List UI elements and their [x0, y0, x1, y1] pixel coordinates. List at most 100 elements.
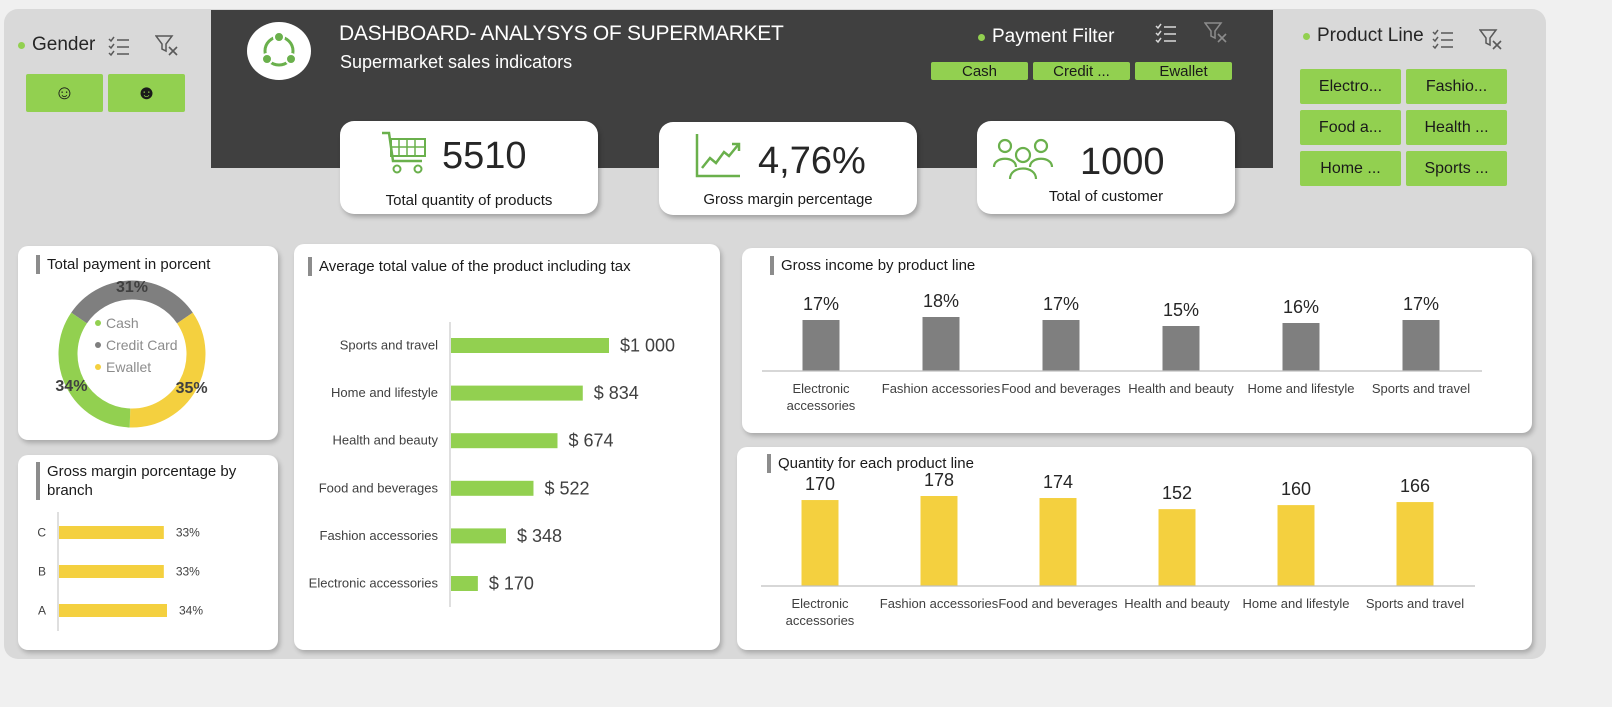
category-label: Food and beverages: [998, 596, 1118, 611]
category-label: Fashion accessories: [320, 528, 439, 543]
bar: [59, 565, 164, 578]
people-icon: [992, 138, 1054, 180]
multi-select-icon[interactable]: [1154, 22, 1178, 44]
legend-marker: [95, 364, 101, 370]
payment-button-ewallet[interactable]: Ewallet: [1135, 62, 1232, 80]
category-label: Sports and travel: [340, 338, 438, 353]
donut-data-label: 31%: [116, 279, 148, 296]
legend-label: Cash: [106, 315, 139, 331]
bar: [59, 604, 167, 617]
clear-filter-icon[interactable]: [1479, 28, 1503, 50]
kpi-label-customers: Total of customer: [1048, 188, 1164, 205]
category-label: Home and lifestyle: [1248, 381, 1355, 396]
product-button-health[interactable]: Health ...: [1406, 110, 1507, 145]
data-label: $ 674: [568, 431, 613, 451]
branch-chart-card: Gross margin porcentage by branch C 33% B 3…: [18, 455, 278, 650]
data-label: 152: [1162, 483, 1192, 503]
gender-slicer-label: Gender: [32, 34, 96, 55]
data-label: 18%: [923, 291, 959, 311]
bar: [59, 526, 164, 539]
bar: [1158, 509, 1196, 586]
avgvalue-bar-chart: Sports and travel $1 000 Home and lifestyl…: [309, 322, 675, 607]
multi-select-icon[interactable]: [1431, 28, 1455, 50]
clear-filter-icon[interactable]: [1204, 21, 1228, 43]
category-label: Home and lifestyle: [1243, 596, 1350, 611]
gender-button-male[interactable]: ☺: [26, 74, 103, 112]
avgvalue-chart-card: Average total value of the product inclu…: [294, 244, 720, 650]
cycle-logo-icon: [261, 31, 297, 67]
data-label: 17%: [1403, 294, 1439, 314]
category-label: Electronic: [791, 596, 849, 611]
data-label: 33%: [176, 526, 200, 540]
bar: [451, 338, 609, 353]
category-label: A: [38, 604, 46, 618]
kpi-value-margin: 4,76%: [758, 140, 866, 182]
gender-button-female[interactable]: ☻: [108, 74, 185, 112]
data-label: 15%: [1163, 300, 1199, 320]
bar: [1396, 502, 1434, 586]
data-label: 16%: [1283, 297, 1319, 317]
logo: [247, 22, 311, 80]
category-label: accessories: [787, 398, 856, 413]
product-button-sports[interactable]: Sports ...: [1406, 151, 1507, 186]
data-label: $ 522: [544, 478, 589, 498]
bar: [1277, 505, 1315, 586]
legend-marker: [95, 342, 101, 348]
category-label: Sports and travel: [1372, 381, 1470, 396]
data-label: 17%: [803, 294, 839, 314]
product-button-electronic[interactable]: Electro...: [1300, 69, 1401, 104]
kpi-label-quantity: Total quantity of products: [385, 192, 553, 209]
category-label: Electronic accessories: [309, 576, 439, 591]
bar: [451, 433, 558, 449]
bullet-dot-icon: [1303, 32, 1310, 40]
income-bar-chart: 17% Electronic accessories 18% Fashion acces…: [762, 291, 1482, 413]
payment-slicer-label: Payment Filter: [992, 26, 1115, 47]
category-label: Home and lifestyle: [331, 385, 438, 400]
legend-marker: [95, 320, 101, 326]
bullet-dot-icon: [978, 33, 985, 41]
data-label: 166: [1400, 476, 1430, 496]
multi-select-icon[interactable]: [107, 35, 131, 57]
donut-data-label: 35%: [176, 380, 208, 397]
payment-donut-chart: 31% 35% 34% Cash Credit Card Ewallet: [55, 279, 208, 428]
bar: [920, 496, 958, 586]
category-label: Sports and travel: [1366, 596, 1464, 611]
kpi-card-quantity: 5510 Total quantity of products: [340, 121, 598, 214]
data-label: 174: [1043, 472, 1073, 492]
product-button-food[interactable]: Food a...: [1300, 110, 1401, 145]
payment-button-cash[interactable]: Cash: [931, 62, 1028, 80]
quantity-bar-chart: 170 Electronic accessories 178 Fashion acces…: [761, 470, 1475, 628]
kpi-card-customers: 1000 Total of customer: [977, 121, 1235, 214]
income-chart-card: Gross income by product line 17% Electron…: [742, 248, 1532, 433]
bar: [1282, 323, 1320, 371]
kpi-card-margin: 4,76% Gross margin percentage: [659, 122, 917, 215]
data-label: 178: [924, 470, 954, 490]
bullet-dot-icon: [18, 41, 25, 49]
data-label: 160: [1281, 479, 1311, 499]
page-title: DASHBOARD- ANALYSYS OF SUPERMARKET: [339, 22, 784, 45]
bar: [1162, 326, 1200, 371]
category-label: accessories: [786, 613, 855, 628]
category-label: B: [38, 565, 46, 579]
product-line-slicer-label: Product Line: [1317, 25, 1424, 46]
bar: [1039, 498, 1077, 586]
data-label: 170: [805, 474, 835, 494]
data-label: 17%: [1043, 294, 1079, 314]
payment-button-credit[interactable]: Credit ...: [1033, 62, 1130, 80]
legend-label: Credit Card: [106, 337, 178, 353]
category-label: Electronic: [792, 381, 850, 396]
payment-slicer-title: Payment Filter: [978, 26, 1114, 48]
product-button-fashion[interactable]: Fashio...: [1406, 69, 1507, 104]
bar: [451, 480, 534, 496]
legend-label: Ewallet: [106, 359, 151, 375]
category-label: C: [37, 526, 46, 540]
data-label: $ 170: [489, 574, 534, 594]
category-label: Fashion accessories: [880, 596, 999, 611]
data-label: 33%: [176, 565, 200, 579]
product-button-home[interactable]: Home ...: [1300, 151, 1401, 186]
category-label: Health and beauty: [332, 433, 438, 448]
line-growth-icon: [695, 134, 741, 178]
data-label: $ 834: [594, 383, 639, 403]
clear-filter-icon[interactable]: [155, 34, 179, 56]
shopping-cart-icon: [382, 131, 426, 174]
